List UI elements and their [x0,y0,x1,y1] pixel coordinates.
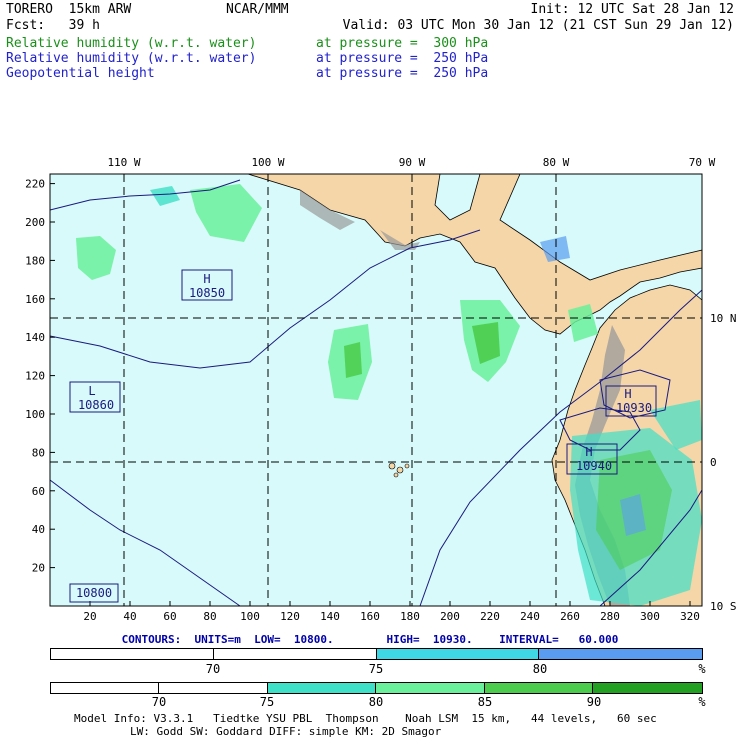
y-tick-label: 100 [25,408,45,421]
x-tick-label: 20 [83,610,96,620]
y-tick-label: 200 [25,216,45,229]
x-tick-label: 200 [440,610,460,620]
y-tick-label: 60 [32,485,45,498]
x-tick-label: 300 [640,610,660,620]
field-1-name: Relative humidity (w.r.t. water) [6,36,257,51]
field-2-name: Relative humidity (w.r.t. water) [6,51,257,66]
map-frame [49,173,703,607]
x-tick-label: 80 [203,610,216,620]
center-type: L [88,384,95,398]
x-tick-label: 120 [280,610,300,620]
x-tick-label: 140 [320,610,340,620]
colorbar-segment [539,649,702,659]
center-type: H [624,387,631,401]
model-info-line1: Model Info: V3.3.1 Tiedtke YSU PBL Thomp… [74,712,657,725]
lat-label-10n: 10 N [710,312,737,325]
colorbar-segment [159,683,268,693]
field-1-level: at pressure = 300 hPa [316,36,489,51]
colorbar-segment [376,649,540,659]
forecast-hour: Fcst: 39 h [6,18,100,33]
x-tick-label: 260 [560,610,580,620]
colorbar-label: 80 [368,695,384,709]
center-value: 10930 [616,401,652,415]
org-label: NCAR/MMM [226,2,289,17]
lat-label-10s: 10 S [710,600,737,613]
colorbar-label: % [698,662,706,676]
field-3-level: at pressure = 250 hPa [316,66,489,81]
lat-label-0: 0 [710,456,717,469]
weather-map: 110 W 100 W 90 W 80 W 70 W 2202001801601… [25,156,737,620]
x-tick-label: 100 [240,610,260,620]
lon-label-90w: 90 W [399,156,426,169]
contours-info: CONTOURS: UNITS=m LOW= 10800. HIGH= 1093… [121,633,619,646]
valid-time: Valid: 03 UTC Mon 30 Jan 12 (21 CST Sun … [342,18,734,33]
y-tick-label: 220 [25,178,45,191]
y-tick-label: 180 [25,254,45,267]
colorbar-250hpa-labels: 70 75 80 % [50,662,710,676]
colorbar-segment [593,683,702,693]
colorbar-250hpa [50,648,703,660]
colorbar-segment [376,683,485,693]
model-title: TORERO 15km ARW [6,2,132,17]
y-tick-label: 120 [25,370,45,383]
model-info-line2: LW: Godd SW: Goddard DIFF: simple KM: 2D… [130,725,442,738]
center-type: H [585,445,592,459]
y-tick-label: 160 [25,293,45,306]
colorbar-segment [51,683,160,693]
lon-label-70w: 70 W [689,156,716,169]
x-tick-label: 220 [480,610,500,620]
center-type: H [203,272,210,286]
x-tick-label: 320 [680,610,700,620]
y-tick-label: 40 [32,523,45,536]
y-tick-label: 80 [32,446,45,459]
x-tick-label: 60 [163,610,176,620]
colorbar-label: 70 [205,662,221,676]
x-tick-label: 280 [600,610,620,620]
center-value: 10800 [76,586,112,600]
colorbar-label: 80 [532,662,548,676]
colorbar-label: 90 [586,695,602,709]
y-tick-label: 20 [32,562,45,575]
colorbar-label: 70 [151,695,167,709]
colorbar-segment [213,649,377,659]
init-time: Init: 12 UTC Sat 28 Jan 12 [530,2,735,17]
y-tick-label: 140 [25,331,45,344]
colorbar-300hpa [50,682,703,694]
center-value: 10940 [576,459,612,473]
x-tick-label: 240 [520,610,540,620]
lon-label-100w: 100 W [251,156,284,169]
colorbar-label: 75 [259,695,275,709]
colorbar-segment [51,649,214,659]
x-tick-label: 180 [400,610,420,620]
x-tick-label: 160 [360,610,380,620]
colorbar-segment [267,683,377,693]
center-10800: 10800 [69,583,119,603]
colorbar-segment [484,683,594,693]
center-value: 10860 [78,398,114,412]
colorbar-300hpa-labels: 70 75 80 85 90 % [50,695,710,709]
center-value: 10850 [189,286,225,300]
field-2-level: at pressure = 250 hPa [316,51,489,66]
colorbar-label: 85 [477,695,493,709]
field-3-name: Geopotential height [6,66,155,81]
lon-label-80w: 80 W [543,156,570,169]
colorbar-label: % [698,695,706,709]
x-tick-label: 40 [123,610,136,620]
lon-label-110w: 110 W [107,156,140,169]
colorbar-label: 75 [368,662,384,676]
